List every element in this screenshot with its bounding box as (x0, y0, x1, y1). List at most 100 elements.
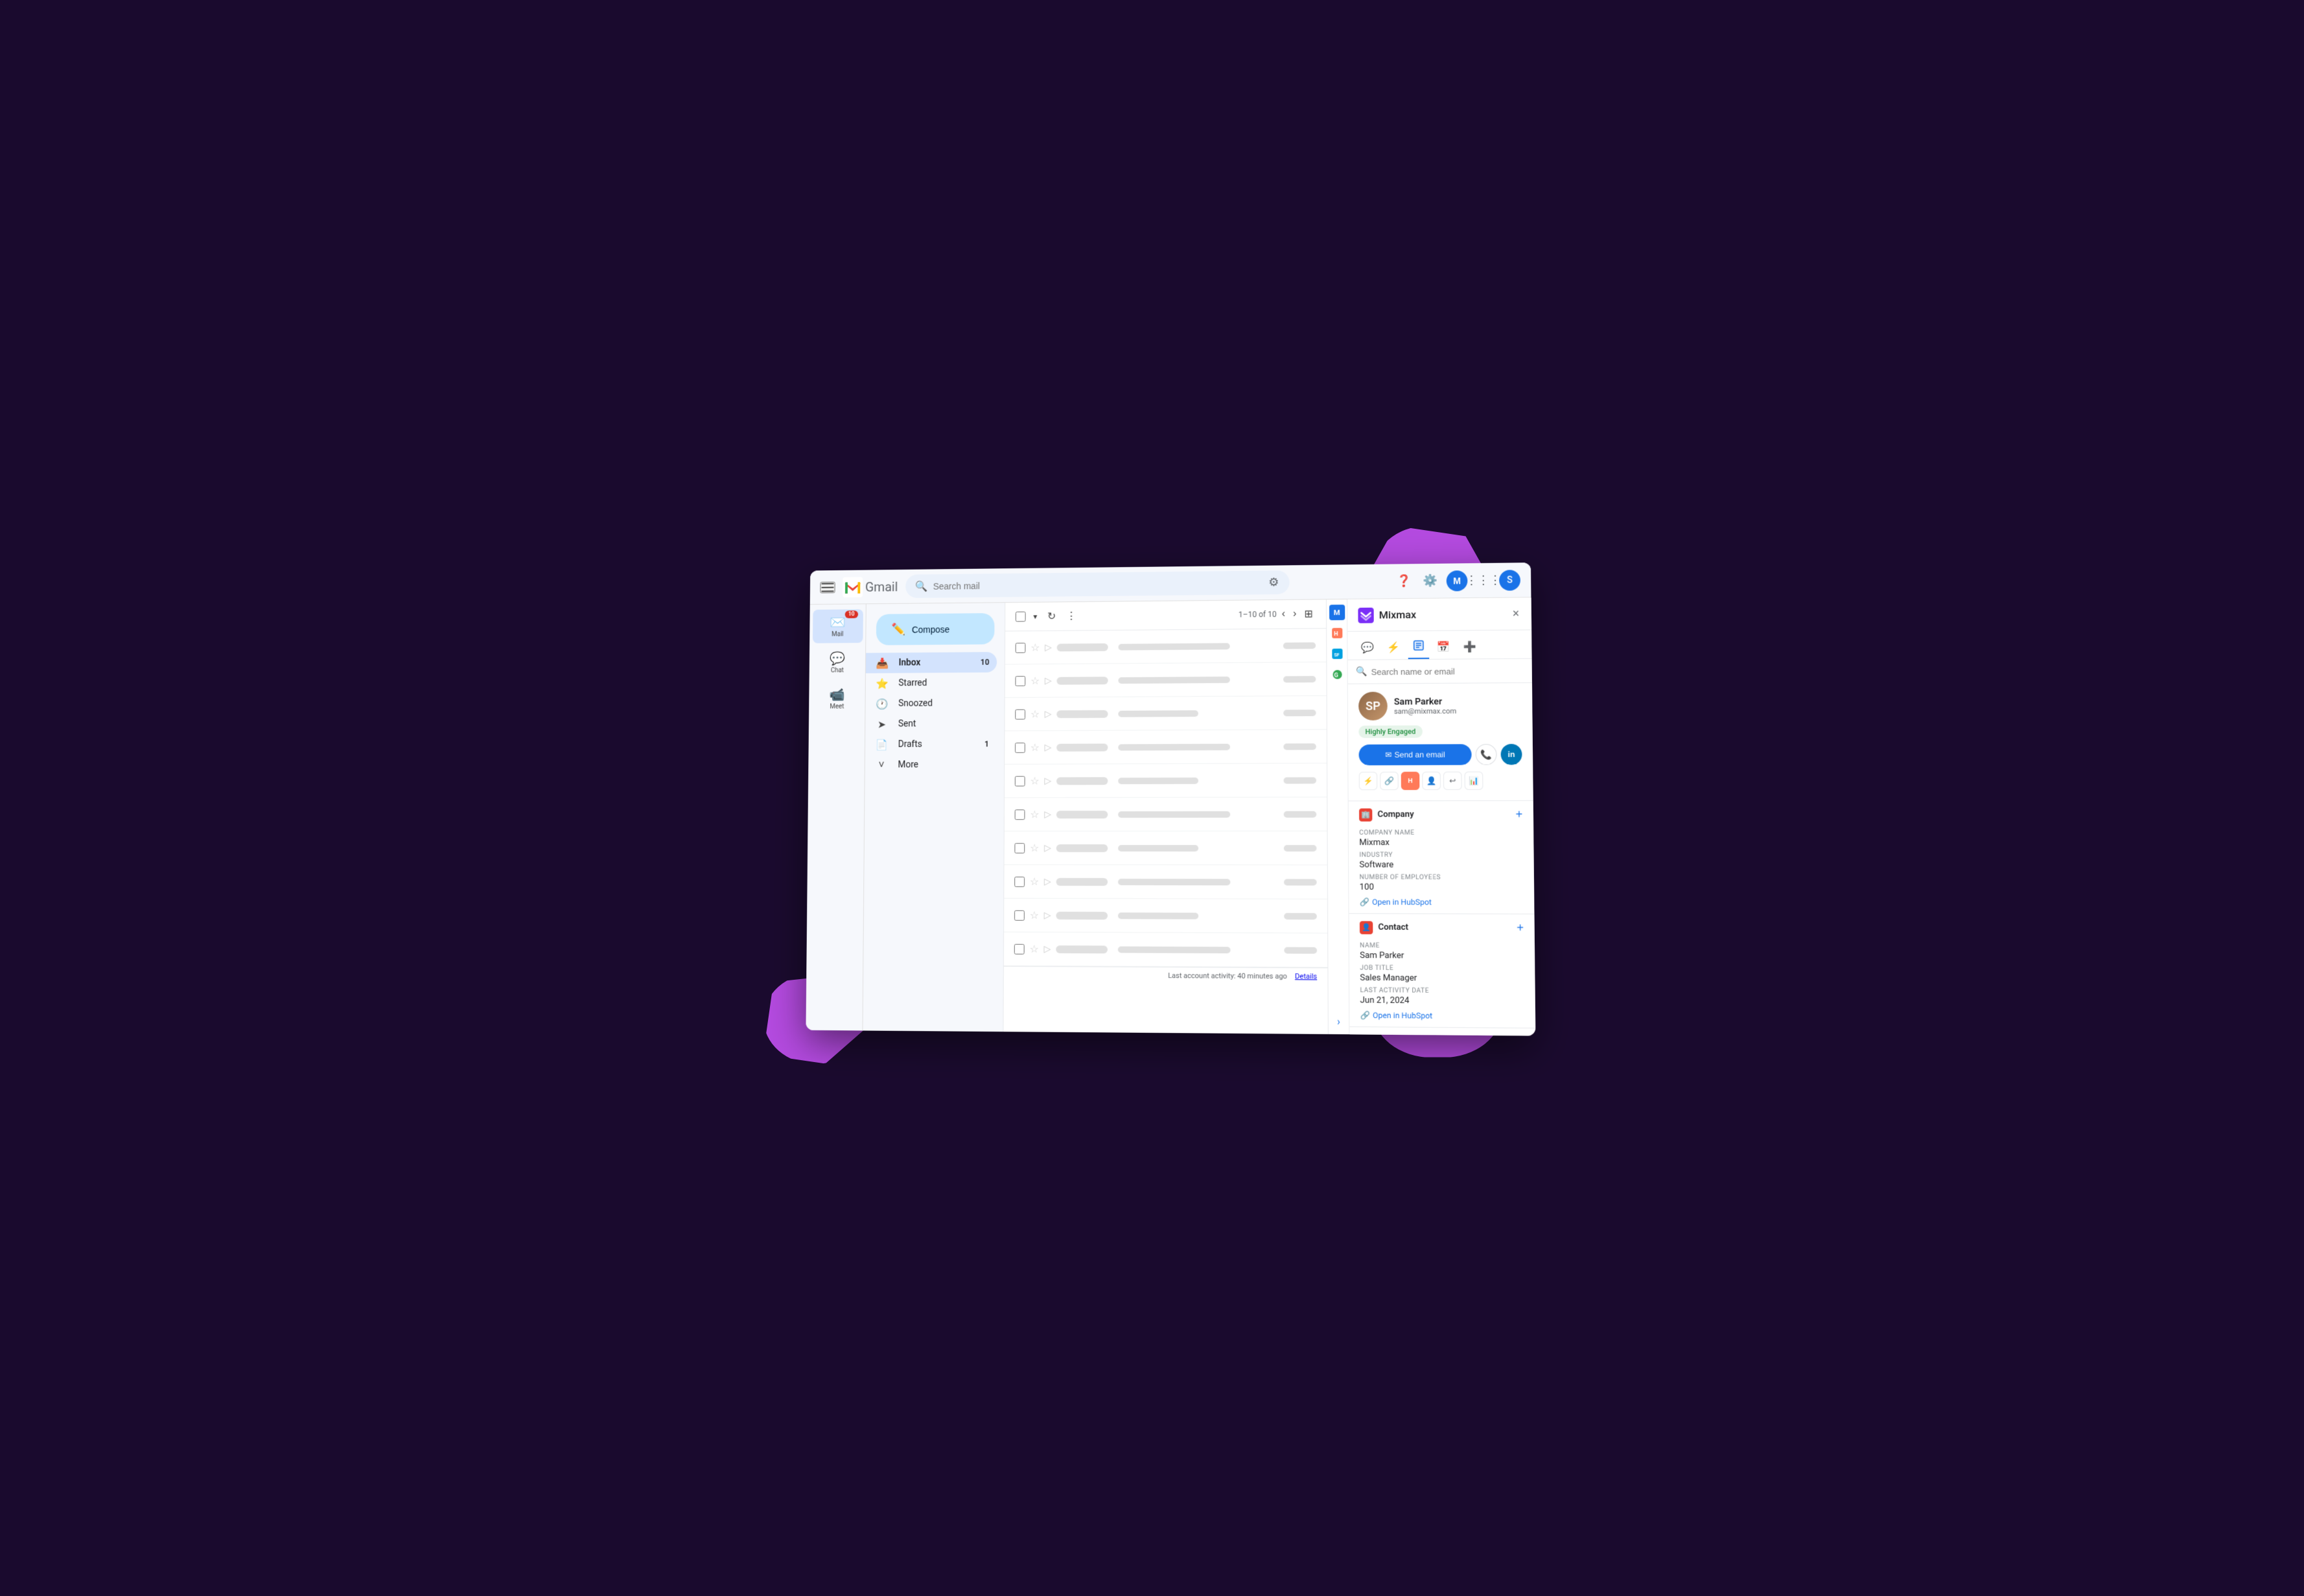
activity-text: Last account activity: 40 minutes ago (1168, 971, 1287, 980)
important-icon-10[interactable]: ▷ (1043, 943, 1051, 954)
view-toggle-button[interactable]: ⊞ (1301, 605, 1316, 623)
more-actions-button[interactable]: ⋮ (1064, 607, 1079, 625)
star-icon-7[interactable]: ☆ (1030, 842, 1039, 854)
linkedin-button[interactable]: in (1500, 743, 1522, 764)
tab-calendar[interactable]: 📅 (1431, 636, 1455, 658)
star-icon-5[interactable]: ☆ (1030, 774, 1039, 787)
user-avatar[interactable]: S (1499, 569, 1520, 590)
company-add-button[interactable]: + (1515, 807, 1522, 821)
email-icon: ✉ (1385, 750, 1391, 759)
email-row[interactable]: ☆ ▷ (1003, 932, 1327, 967)
sidebar-item-chat[interactable]: 💬 Chat (811, 645, 862, 678)
star-icon-9[interactable]: ☆ (1029, 908, 1038, 921)
star-icon-4[interactable]: ☆ (1030, 741, 1039, 753)
nav-item-starred[interactable]: ⭐ Starred (865, 672, 996, 693)
email-row[interactable]: ☆ ▷ (1005, 730, 1327, 765)
select-all-checkbox[interactable] (1015, 611, 1025, 621)
email-row[interactable]: ☆ ▷ (1005, 696, 1326, 731)
gmail-search-input[interactable] (933, 577, 1263, 591)
mixmax-search-input[interactable] (1371, 665, 1524, 677)
email-row[interactable]: ☆ ▷ (1004, 898, 1327, 933)
email-row[interactable]: ☆ ▷ (1005, 629, 1326, 664)
mixmax-header: Mixmax × (1347, 597, 1531, 632)
star-icon-2[interactable]: ☆ (1030, 675, 1040, 687)
details-link[interactable]: Details (1295, 972, 1317, 980)
email-row[interactable]: ☆ ▷ (1004, 797, 1327, 831)
important-icon-7[interactable]: ▷ (1044, 842, 1051, 853)
send-email-button[interactable]: ✉ Send an email (1358, 744, 1471, 765)
nav-item-sent[interactable]: ➤ Sent (865, 713, 997, 734)
email-row[interactable]: ☆ ▷ (1004, 864, 1327, 899)
email-checkbox-6[interactable] (1014, 809, 1025, 819)
tab-add[interactable]: ➕ (1458, 636, 1482, 658)
star-icon-8[interactable]: ☆ (1029, 875, 1038, 887)
star-icon-1[interactable]: ☆ (1030, 641, 1040, 653)
mixmax-outer-salesforce[interactable]: SF (1329, 645, 1344, 661)
gmail-search-bar[interactable]: 🔍 ⚙ (905, 570, 1289, 598)
important-icon-1[interactable]: ▷ (1045, 642, 1052, 653)
sidebar-item-mail[interactable]: 10 ✉️ Mail (812, 609, 863, 643)
email-row[interactable]: ☆ ▷ (1004, 831, 1327, 864)
nav-item-more[interactable]: ˅ More (865, 754, 996, 775)
important-icon-6[interactable]: ▷ (1044, 809, 1051, 819)
important-icon-2[interactable]: ▷ (1045, 675, 1052, 686)
nav-item-inbox[interactable]: 📥 Inbox 10 (865, 652, 996, 673)
email-row[interactable]: ☆ ▷ (1005, 662, 1326, 698)
company-hubspot-link[interactable]: 🔗 Open in HubSpot (1359, 897, 1523, 907)
tool-lightning[interactable]: ⚡ (1358, 772, 1377, 790)
important-icon-5[interactable]: ▷ (1044, 776, 1051, 786)
send-email-label: Send an email (1394, 750, 1445, 759)
tab-contact[interactable] (1408, 636, 1429, 658)
star-icon-10[interactable]: ☆ (1029, 942, 1038, 954)
tool-undo[interactable]: ↩ (1443, 771, 1461, 789)
sender-skeleton-4 (1056, 743, 1108, 751)
mixmax-outer-icon3[interactable]: G (1329, 666, 1344, 682)
email-row[interactable]: ☆ ▷ (1004, 763, 1326, 798)
email-checkbox-3[interactable] (1015, 709, 1025, 719)
mixmax-close-button[interactable]: × (1511, 605, 1520, 621)
prev-page-button[interactable]: ‹ (1279, 605, 1287, 622)
refresh-button[interactable]: ↻ (1045, 607, 1058, 625)
important-icon-3[interactable]: ▷ (1044, 708, 1051, 719)
mixmax-outer-logo[interactable]: M (1329, 605, 1344, 620)
tab-lightning[interactable]: ⚡ (1381, 636, 1405, 659)
content-skeleton-7 (1118, 844, 1279, 851)
call-button[interactable]: 📞 (1475, 744, 1496, 765)
email-checkbox-10[interactable] (1014, 943, 1024, 954)
mixmax-outer-hubspot[interactable]: H (1329, 625, 1344, 640)
next-page-button[interactable]: › (1290, 605, 1298, 622)
select-dropdown-button[interactable]: ▾ (1030, 609, 1040, 623)
important-icon-8[interactable]: ▷ (1044, 876, 1051, 886)
mixmax-header-button[interactable]: M (1446, 570, 1467, 590)
email-checkbox-1[interactable] (1015, 642, 1025, 653)
tool-hubspot[interactable]: H (1401, 771, 1419, 789)
compose-button[interactable]: ✏️ Compose (876, 613, 994, 645)
nav-item-drafts[interactable]: 📄 Drafts 1 (865, 734, 996, 754)
star-icon-6[interactable]: ☆ (1030, 808, 1039, 820)
contact-hubspot-link[interactable]: 🔗 Open in HubSpot (1360, 1010, 1524, 1021)
settings-button[interactable]: ⚙️ (1420, 570, 1441, 591)
mixmax-outer-expand[interactable]: › (1331, 1013, 1347, 1029)
important-icon-9[interactable]: ▷ (1043, 910, 1051, 920)
google-apps-button[interactable]: ⋮⋮⋮ (1472, 570, 1494, 590)
email-checkbox-8[interactable] (1014, 876, 1025, 886)
email-checkbox-7[interactable] (1014, 842, 1025, 853)
email-checkbox-5[interactable] (1014, 776, 1025, 786)
linkedin-label: in (1507, 750, 1515, 759)
star-icon-3[interactable]: ☆ (1030, 708, 1039, 720)
sidebar-item-meet[interactable]: 📹 Meet (811, 681, 862, 715)
help-button[interactable]: ❓ (1393, 570, 1415, 591)
tool-person[interactable]: 👤 (1422, 771, 1441, 789)
tool-link[interactable]: 🔗 (1380, 772, 1399, 790)
hamburger-menu-button[interactable] (820, 581, 835, 593)
contact-detail-add-button[interactable]: + (1517, 921, 1524, 934)
email-checkbox-4[interactable] (1015, 742, 1025, 752)
tool-chart[interactable]: 📊 (1464, 771, 1483, 789)
search-filter-icon[interactable]: ⚙ (1268, 575, 1279, 589)
nav-item-snoozed[interactable]: 🕐 Snoozed (865, 693, 996, 714)
email-checkbox-9[interactable] (1014, 910, 1024, 920)
tab-chat[interactable]: 💬 (1355, 636, 1379, 659)
email-checkbox-2[interactable] (1015, 675, 1025, 686)
time-skeleton-9 (1284, 912, 1317, 919)
important-icon-4[interactable]: ▷ (1044, 742, 1051, 752)
